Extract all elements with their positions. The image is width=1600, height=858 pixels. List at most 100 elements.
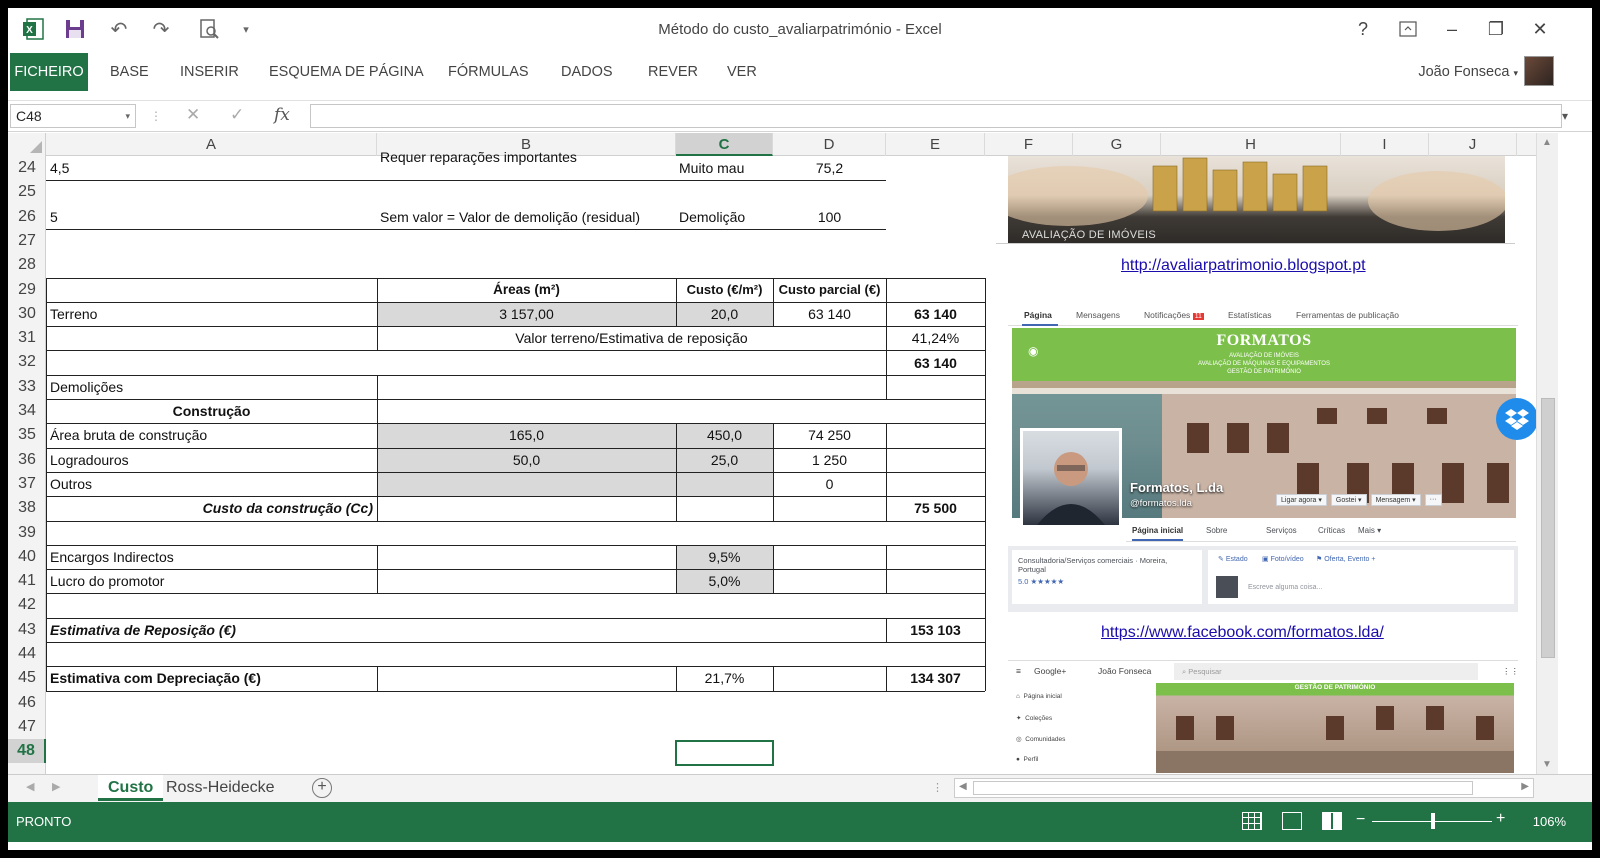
- column-header-c[interactable]: C: [676, 133, 773, 156]
- fb-post-status[interactable]: ✎ Estado: [1218, 555, 1248, 563]
- cell-c26[interactable]: Demolição: [679, 205, 745, 229]
- cell-a45[interactable]: Estimativa com Depreciação (€): [50, 666, 261, 690]
- expand-formula-bar-icon[interactable]: ▾: [1562, 109, 1568, 123]
- row-header-32[interactable]: 32: [8, 350, 46, 374]
- cell-b26[interactable]: Sem valor = Valor de demolição (residual…: [380, 205, 640, 229]
- apps-icon[interactable]: ⋮⋮: [1502, 666, 1518, 677]
- fb-nav-services[interactable]: Serviços: [1266, 526, 1297, 535]
- select-all-button[interactable]: [8, 133, 46, 156]
- cell-b36[interactable]: 50,0: [377, 448, 676, 472]
- tab-rever[interactable]: REVER: [638, 53, 708, 91]
- vertical-scrollbar[interactable]: ▲ ▼: [1536, 133, 1558, 774]
- row-header-29[interactable]: 29: [8, 278, 46, 302]
- prev-sheet-icon[interactable]: ◀: [26, 780, 34, 793]
- cell-a38[interactable]: Custo da construção (Cc): [46, 496, 373, 520]
- next-sheet-icon[interactable]: ▶: [52, 780, 60, 793]
- gplus-search[interactable]: ⌕ Pesquisar: [1174, 663, 1478, 680]
- column-header-i[interactable]: I: [1341, 133, 1429, 156]
- cancel-icon[interactable]: ✕: [186, 105, 200, 125]
- column-header-a[interactable]: A: [46, 133, 377, 156]
- cell-b24[interactable]: Requer reparações importantes: [380, 145, 577, 169]
- cell-d24[interactable]: 75,2: [773, 156, 886, 180]
- facebook-link[interactable]: https://www.facebook.com/formatos.lda/: [1101, 624, 1384, 642]
- fb-nav-about[interactable]: Sobre: [1206, 526, 1227, 535]
- tab-dados[interactable]: DADOS: [551, 53, 623, 91]
- row-header-24[interactable]: 24: [8, 156, 46, 180]
- fb-more-button[interactable]: ···: [1424, 494, 1442, 506]
- tab-ver[interactable]: VER: [717, 53, 767, 91]
- avatar[interactable]: [1524, 56, 1554, 86]
- cell-e38[interactable]: 75 500: [886, 496, 985, 520]
- dropbox-icon[interactable]: [1496, 398, 1536, 440]
- zoom-level[interactable]: 106%: [1533, 814, 1566, 829]
- scroll-left-icon[interactable]: ◀: [959, 781, 967, 792]
- row-header-28[interactable]: 28: [8, 253, 46, 277]
- row-header-43[interactable]: 43: [8, 618, 46, 642]
- column-header-g[interactable]: G: [1073, 133, 1161, 156]
- selected-cell-c48[interactable]: [675, 740, 774, 766]
- fb-composer-placeholder[interactable]: Escreve alguma coisa...: [1248, 584, 1322, 591]
- tab-inserir[interactable]: INSERIR: [170, 53, 249, 91]
- cell-b31[interactable]: Valor terreno/Estimativa de reposição: [377, 326, 886, 350]
- fb-nav-home[interactable]: Página inicial: [1132, 526, 1184, 541]
- tab-esquema-de-pagina[interactable]: ESQUEMA DE PÁGINA: [259, 53, 434, 91]
- hscroll-thumb[interactable]: [973, 781, 1473, 795]
- row-header-30[interactable]: 30: [8, 302, 46, 326]
- row-header-40[interactable]: 40: [8, 545, 46, 569]
- column-header-e[interactable]: E: [886, 133, 985, 156]
- fb-like-button[interactable]: Gostei ▾: [1330, 494, 1367, 506]
- help-button[interactable]: ?: [1345, 16, 1381, 42]
- row-header-36[interactable]: 36: [8, 448, 46, 472]
- cell-e31[interactable]: 41,24%: [886, 326, 985, 350]
- sheet-tab-custo[interactable]: Custo: [98, 775, 164, 801]
- cell-a40[interactable]: Encargos Indirectos: [50, 545, 174, 569]
- scroll-thumb[interactable]: [1541, 398, 1555, 658]
- fb-message-button[interactable]: Mensagem ▾: [1370, 494, 1421, 506]
- scroll-down-icon[interactable]: ▼: [1542, 759, 1552, 770]
- cell-c29[interactable]: Custo (€/m²): [676, 278, 773, 302]
- cell-d37[interactable]: 0: [773, 472, 886, 496]
- normal-view-icon[interactable]: [1242, 812, 1262, 830]
- row-header-25[interactable]: 25: [8, 180, 46, 204]
- fb-profile-photo[interactable]: [1020, 428, 1122, 528]
- cell-e30[interactable]: 63 140: [886, 302, 985, 326]
- column-header-d[interactable]: D: [773, 133, 886, 156]
- row-header-46[interactable]: 46: [8, 691, 46, 715]
- scroll-right-icon[interactable]: ▶: [1521, 781, 1529, 792]
- fb-post-photo[interactable]: ▣ Foto/vídeo: [1262, 555, 1304, 563]
- row-header-45[interactable]: 45: [8, 666, 46, 690]
- page-layout-icon[interactable]: [1282, 812, 1302, 830]
- cell-a36[interactable]: Logradouros: [50, 448, 129, 472]
- column-header-f[interactable]: F: [985, 133, 1073, 156]
- fb-handle[interactable]: @formatos.lda: [1130, 498, 1192, 509]
- fb-tab-ferramentas[interactable]: Ferramentas de publicação: [1296, 310, 1399, 320]
- row-header-35[interactable]: 35: [8, 423, 46, 447]
- formula-options-icon[interactable]: ⋮: [150, 109, 162, 123]
- cell-c40[interactable]: 9,5%: [676, 545, 773, 569]
- zoom-out-icon[interactable]: −: [1356, 811, 1365, 829]
- cell-d30[interactable]: 63 140: [773, 302, 886, 326]
- insert-function-icon[interactable]: fx: [274, 105, 290, 125]
- cell-a34[interactable]: Construção: [46, 399, 377, 423]
- name-box[interactable]: C48 ▾: [10, 104, 136, 128]
- cell-e45[interactable]: 134 307: [886, 666, 985, 690]
- cell-a33[interactable]: Demolições: [50, 375, 123, 399]
- cell-a37[interactable]: Outros: [50, 472, 92, 496]
- fb-tab-estatisticas[interactable]: Estatísticas: [1228, 310, 1271, 320]
- cell-b35[interactable]: 165,0: [377, 423, 676, 447]
- cell-c24[interactable]: Muito mau: [679, 156, 744, 180]
- cell-a26[interactable]: 5: [50, 205, 58, 229]
- horizontal-scrollbar[interactable]: ◀ ▶: [954, 778, 1534, 798]
- cell-b29[interactable]: Áreas (m²): [377, 278, 676, 302]
- column-header-h[interactable]: H: [1161, 133, 1341, 156]
- row-header-26[interactable]: 26: [8, 205, 46, 229]
- fb-post-offer[interactable]: ⚑ Oferta, Evento +: [1316, 555, 1375, 563]
- cell-a43[interactable]: Estimativa de Reposição (€): [50, 618, 236, 642]
- fb-tab-notificacoes[interactable]: Notificações 11: [1144, 310, 1204, 320]
- user-name[interactable]: João Fonseca ▾: [1418, 64, 1518, 80]
- gplus-nav-collections[interactable]: ✦ Coleções: [1016, 714, 1052, 722]
- formula-input[interactable]: [310, 104, 1562, 128]
- cell-d26[interactable]: 100: [773, 205, 886, 229]
- row-header-38[interactable]: 38: [8, 496, 46, 520]
- row-header-37[interactable]: 37: [8, 472, 46, 496]
